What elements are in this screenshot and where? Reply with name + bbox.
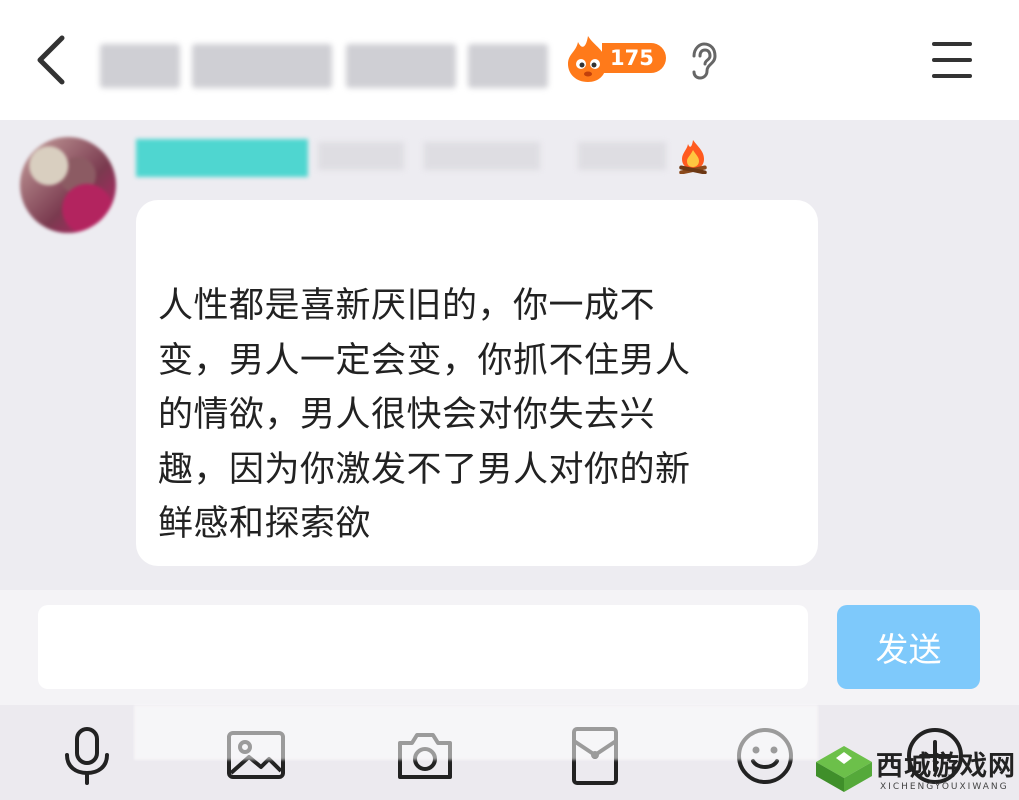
watermark-subtitle: XICHENGYOUXIWANG bbox=[880, 782, 1009, 792]
message-line: 趣，因为你激发不了男人对你的新 bbox=[158, 449, 691, 490]
sender-meta-blurred bbox=[424, 142, 540, 170]
send-button[interactable]: 发送 bbox=[837, 605, 980, 689]
sender-avatar[interactable] bbox=[20, 137, 116, 233]
chevron-left-icon bbox=[37, 35, 65, 85]
faded-prev-message-blurred bbox=[134, 705, 818, 760]
message-line: 的情欲，男人很快会对你失去兴 bbox=[158, 395, 656, 435]
sender-meta-blurred bbox=[318, 142, 404, 170]
site-watermark: 西城游戏网 XICHENGYOUXIWANG bbox=[814, 742, 1019, 800]
message-line: 人性都是喜新厌旧的，你一成不 bbox=[158, 286, 656, 326]
sender-name-tag[interactable] bbox=[136, 139, 308, 177]
message-text: 人性都是喜新厌旧的，你一成不 变，男人一定会变，你抓不住男人 的情欲，男人很快会… bbox=[158, 279, 794, 552]
fire-icon bbox=[568, 36, 606, 82]
menu-button[interactable] bbox=[928, 38, 976, 82]
message-line: 变，男人一定会变，你抓不住男人 bbox=[158, 340, 691, 381]
watermark-logo-icon bbox=[816, 746, 872, 792]
campfire-icon bbox=[676, 138, 710, 175]
watermark-title: 西城游戏网 bbox=[876, 751, 1016, 782]
chat-title-blurred bbox=[100, 44, 550, 88]
message-line: 鲜感和探索欲 bbox=[158, 504, 372, 544]
chat-header: 175 bbox=[0, 0, 1019, 120]
back-button[interactable] bbox=[28, 28, 84, 92]
ear-icon[interactable] bbox=[686, 42, 718, 80]
fire-streak-badge[interactable]: 175 bbox=[560, 34, 668, 84]
message-input[interactable] bbox=[38, 605, 808, 689]
microphone-icon[interactable] bbox=[56, 725, 118, 787]
sender-meta-blurred bbox=[578, 142, 666, 170]
message-bubble[interactable]: 人性都是喜新厌旧的，你一成不 变，男人一定会变，你抓不住男人 的情欲，男人很快会… bbox=[136, 200, 818, 566]
hamburger-menu-icon bbox=[932, 42, 972, 78]
message-input-bar: 发送 bbox=[0, 590, 1019, 705]
